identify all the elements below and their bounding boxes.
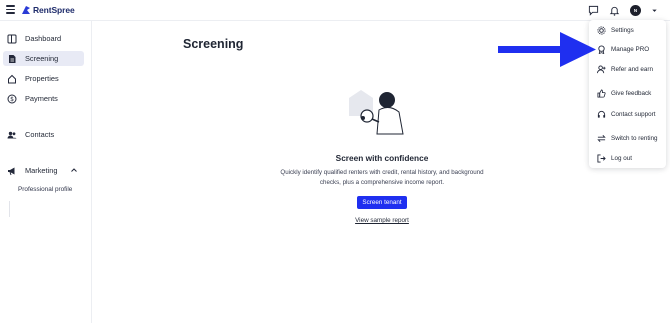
menu-item-settings[interactable]: Settings [597, 24, 634, 36]
sidebar-item-dashboard[interactable]: Dashboard [3, 31, 84, 46]
swap-icon [597, 134, 606, 143]
menu-item-label: Switch to renting [611, 134, 658, 142]
chevron-up-icon[interactable] [70, 166, 78, 174]
screen-tenant-button[interactable]: Screen tenant [357, 196, 407, 209]
bell-icon[interactable] [609, 5, 620, 16]
sidebar-item-payments[interactable]: $ Payments [3, 91, 84, 106]
svg-text:$: $ [10, 96, 14, 103]
menu-item-refer-and-earn[interactable]: Refer and earn [597, 63, 653, 75]
menu-item-contact-support[interactable]: Contact support [597, 108, 655, 120]
menu-item-label: Log out [611, 154, 633, 162]
gear-icon [597, 25, 606, 35]
menu-item-label: Settings [611, 26, 634, 34]
sidebar-item-contacts[interactable]: Contacts [3, 127, 84, 142]
menu-item-label: Contact support [611, 110, 656, 118]
sidebar-item-label: Properties [25, 74, 59, 83]
megaphone-icon [7, 166, 17, 176]
chat-icon[interactable] [588, 5, 599, 16]
headset-icon [597, 110, 606, 119]
logo[interactable]: RentSpree [21, 4, 75, 16]
menu-item-manage-pro[interactable]: Manage PRO [597, 43, 649, 55]
annotation-arrow-icon [498, 32, 596, 67]
document-icon [7, 54, 17, 64]
home-icon [7, 74, 17, 84]
dashboard-icon [7, 34, 17, 44]
screening-illustration [349, 90, 404, 135]
sidebar: Dashboard Screening Properties $ Payment… [0, 21, 92, 323]
logo-text: RentSpree [33, 5, 75, 15]
menu-item-switch-to-renting[interactable]: Switch to renting [597, 132, 658, 144]
menu-item-give-feedback[interactable]: Give feedback [597, 87, 651, 99]
menu-icon[interactable] [6, 5, 15, 14]
sidebar-item-label: Contacts [25, 130, 55, 139]
top-bar: RentSpree N [0, 0, 670, 21]
hero-title: Screen with confidence [335, 153, 429, 163]
sidebar-subitem-professional-profile[interactable]: Professional profile [18, 186, 72, 193]
hero-description: Quickly identify qualified renters with … [280, 169, 484, 186]
add-user-icon [597, 64, 606, 74]
menu-item-log-out[interactable]: Log out [597, 152, 632, 164]
sidebar-item-label: Payments [25, 94, 58, 103]
sidebar-item-marketing[interactable]: Marketing [3, 163, 84, 178]
account-dropdown-menu: Settings Manage PRO Refer and earn Give … [589, 20, 666, 168]
top-icons: N [588, 3, 658, 17]
menu-item-label: Refer and earn [611, 65, 654, 73]
dollar-icon: $ [7, 94, 17, 104]
logo-icon [22, 6, 30, 14]
sidebar-item-label: Screening [25, 54, 59, 63]
menu-item-label: Manage PRO [611, 45, 650, 53]
people-icon [7, 130, 17, 140]
chevron-down-icon[interactable] [651, 7, 658, 14]
pro-badge-icon [597, 44, 606, 54]
sidebar-item-properties[interactable]: Properties [3, 71, 84, 86]
logout-icon [597, 153, 606, 163]
sidebar-item-screening[interactable]: Screening [3, 51, 84, 66]
thumbs-up-icon [597, 88, 606, 98]
view-sample-report-link[interactable]: View sample report [183, 217, 581, 224]
submenu-divider [9, 201, 10, 217]
page-title: Screening [183, 37, 244, 51]
sidebar-item-label: Marketing [25, 166, 58, 175]
sidebar-item-label: Dashboard [25, 34, 62, 43]
avatar[interactable]: N [630, 4, 641, 16]
menu-item-label: Give feedback [611, 89, 652, 97]
